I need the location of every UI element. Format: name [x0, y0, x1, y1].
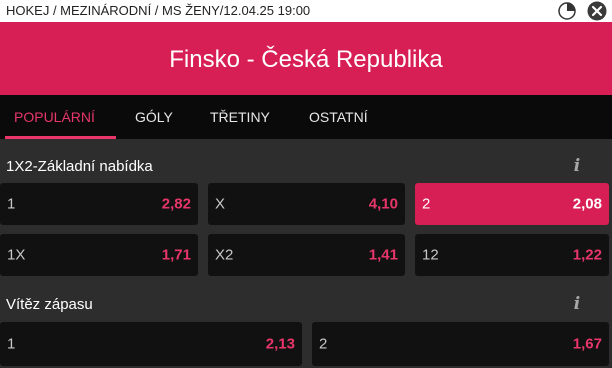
odd-button[interactable]: 2 1,67 [312, 322, 609, 366]
market-title: 1X2-Základní nabídka [6, 158, 153, 175]
odd-label: 2 [422, 195, 431, 213]
odd-button[interactable]: 1X 1,71 [0, 234, 198, 276]
breadcrumb: HOKEJ / MEZINÁRODNÍ / MS ŽENY/12.04.25 1… [6, 3, 311, 18]
tab-popularni[interactable]: POPULÁRNÍ [14, 109, 95, 125]
odd-value: 1,41 [368, 246, 398, 264]
odd-value: 1,22 [572, 246, 602, 264]
odd-button[interactable]: 12 1,22 [415, 234, 609, 276]
odd-label: 2 [319, 335, 328, 353]
market-title: Vítěz zápasu [6, 296, 93, 313]
tab-tretiny[interactable]: TŘETINY [210, 109, 270, 125]
odd-value: 1,71 [161, 246, 191, 264]
close-icon[interactable] [587, 1, 607, 21]
odd-value: 4,10 [368, 195, 398, 213]
odd-value: 2,82 [161, 195, 191, 213]
tab-ostatni[interactable]: OSTATNÍ [309, 109, 368, 125]
odd-value: 1,67 [572, 335, 602, 353]
active-tab-indicator [5, 136, 116, 139]
tab-goly[interactable]: GÓLY [135, 109, 173, 125]
odd-label: X2 [215, 246, 234, 264]
tab-bar: POPULÁRNÍ GÓLY TŘETINY OSTATNÍ [0, 95, 612, 139]
match-title: Finsko - Česká Republika [169, 46, 443, 73]
match-header: Finsko - Česká Republika [0, 22, 612, 95]
pie-chart-icon[interactable] [557, 1, 577, 21]
odd-label: X [215, 195, 226, 213]
odd-button-selected[interactable]: 2 2,08 [415, 183, 609, 225]
odd-label: 1 [7, 195, 16, 213]
info-icon[interactable]: i [571, 156, 583, 176]
odd-button[interactable]: X 4,10 [208, 183, 405, 225]
odd-button[interactable]: 1 2,13 [0, 322, 302, 366]
top-bar: HOKEJ / MEZINÁRODNÍ / MS ŽENY/12.04.25 1… [0, 0, 612, 22]
odd-value: 2,13 [265, 335, 295, 353]
odd-button[interactable]: 1 2,82 [0, 183, 198, 225]
odd-button[interactable]: X2 1,41 [208, 234, 405, 276]
odd-label: 1 [7, 335, 16, 353]
odd-value: 2,08 [572, 195, 602, 213]
info-icon[interactable]: i [571, 294, 583, 314]
odd-label: 1X [7, 246, 26, 264]
odd-label: 12 [422, 246, 439, 264]
